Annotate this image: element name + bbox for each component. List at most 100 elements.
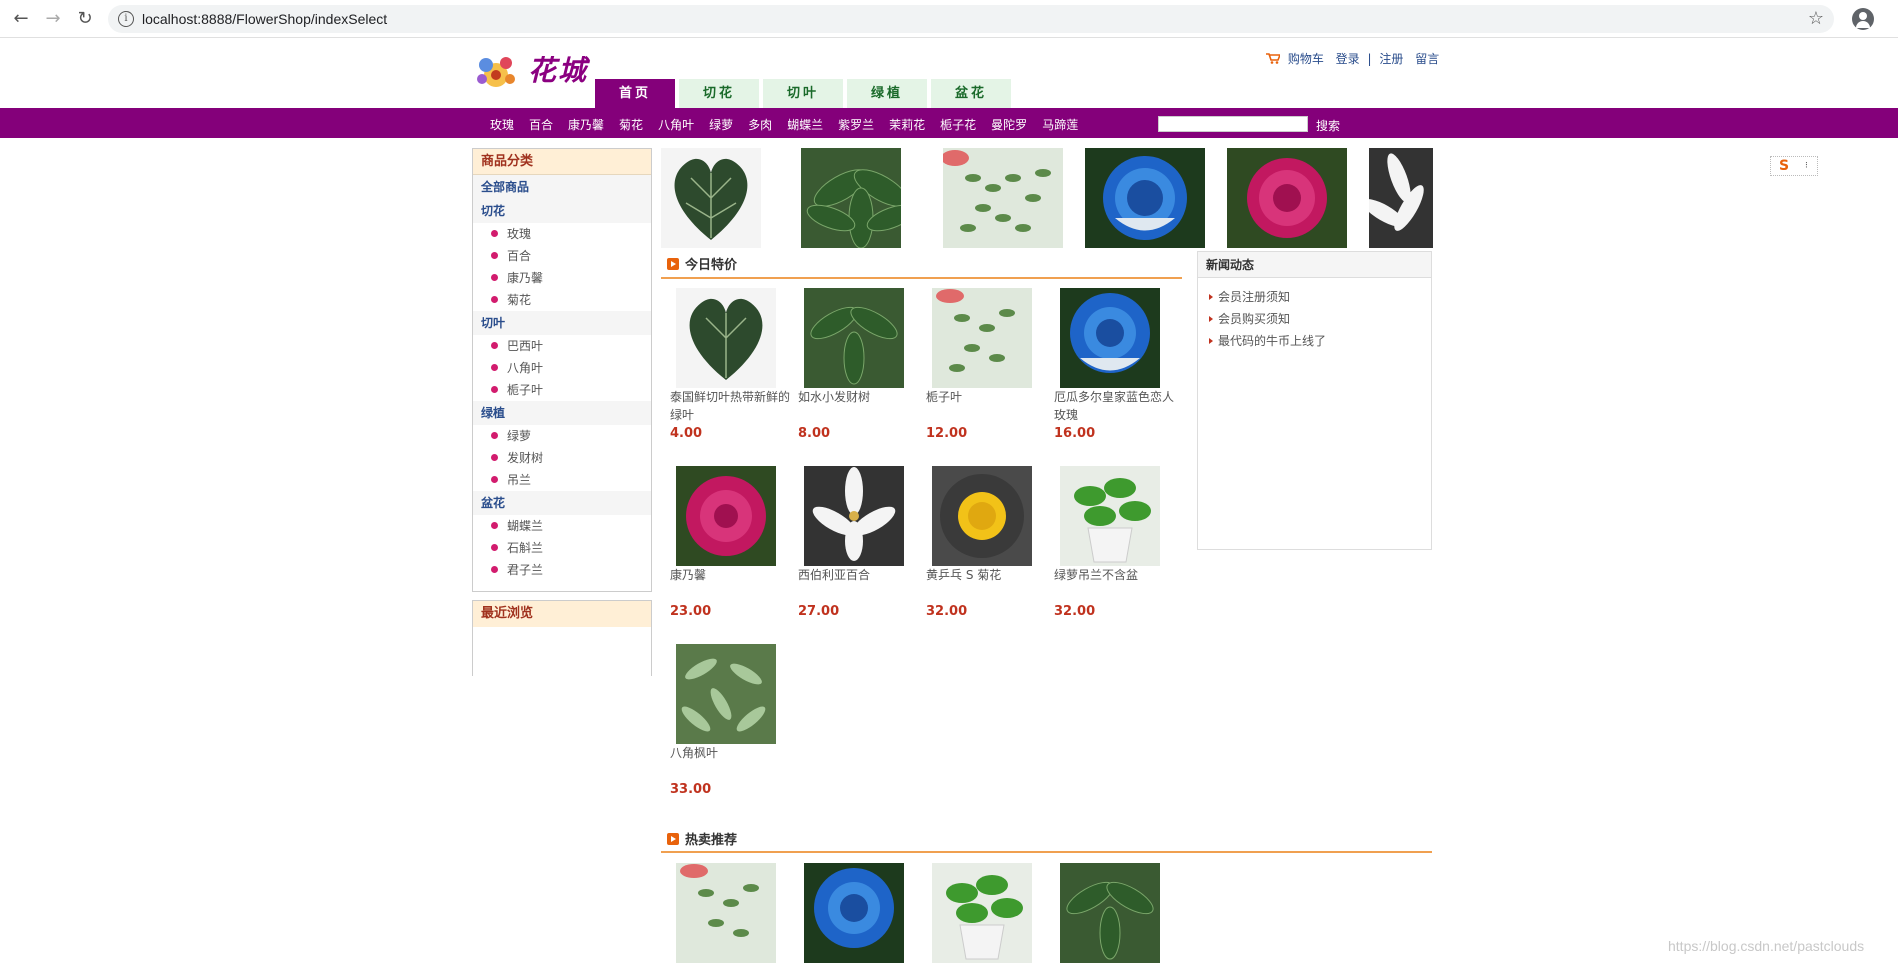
- product-image[interactable]: [804, 288, 904, 388]
- sidebar-item[interactable]: 蝴蝶兰: [473, 515, 651, 537]
- product-card[interactable]: 八角枫叶 33.00: [670, 644, 790, 797]
- product-card[interactable]: 绿萝吊兰不含盆 32.00: [1054, 466, 1174, 619]
- product-name[interactable]: 八角枫叶: [670, 744, 790, 780]
- catbar-link[interactable]: 玫瑰: [490, 116, 514, 133]
- sidebar-group[interactable]: 绿植: [473, 401, 651, 425]
- ime-menu-icon[interactable]: ⁝: [1805, 161, 1808, 171]
- news-title: 新闻动态: [1198, 252, 1431, 278]
- product-image[interactable]: [1060, 288, 1160, 388]
- site-logo[interactable]: 花城: [472, 47, 592, 91]
- product-image[interactable]: [932, 288, 1032, 388]
- catbar-link[interactable]: 栀子花: [940, 116, 976, 133]
- sidebar-all-products[interactable]: 全部商品: [473, 175, 651, 199]
- sidebar-item[interactable]: 玫瑰: [473, 223, 651, 245]
- forward-icon[interactable]: →: [43, 9, 63, 29]
- sidebar-item[interactable]: 菊花: [473, 289, 651, 311]
- site-info-icon[interactable]: i: [118, 11, 134, 27]
- reload-icon[interactable]: ↻: [75, 9, 95, 29]
- address-bar[interactable]: i localhost:8888/FlowerShop/indexSelect …: [108, 5, 1834, 33]
- catbar-link[interactable]: 百合: [529, 116, 553, 133]
- catbar-link[interactable]: 绿萝: [709, 116, 733, 133]
- product-image[interactable]: [1060, 466, 1160, 566]
- catbar-link[interactable]: 多肉: [748, 116, 772, 133]
- sidebar-item[interactable]: 发财树: [473, 447, 651, 469]
- message-link[interactable]: 留言: [1415, 52, 1439, 66]
- back-icon[interactable]: ←: [11, 9, 31, 29]
- product-card[interactable]: 康乃馨 23.00: [670, 466, 790, 619]
- search-input[interactable]: [1158, 116, 1308, 132]
- product-card[interactable]: 如水小发财树 8.00: [798, 288, 918, 441]
- tab-home[interactable]: 首页: [595, 79, 675, 108]
- sidebar-title: 商品分类: [473, 149, 651, 175]
- sidebar-item[interactable]: 绿萝: [473, 425, 651, 447]
- product-card[interactable]: 厄瓜多尔皇家蓝色恋人玫瑰 16.00: [1054, 288, 1174, 441]
- cart-link[interactable]: 购物车: [1288, 52, 1324, 66]
- tab-potted-flowers[interactable]: 盆花: [931, 79, 1011, 108]
- hot-product-image[interactable]: [804, 863, 904, 963]
- catbar-link[interactable]: 蝴蝶兰: [787, 116, 823, 133]
- news-item[interactable]: 会员购买须知: [1198, 308, 1431, 330]
- tab-cut-flowers[interactable]: 切花: [679, 79, 759, 108]
- product-image[interactable]: [932, 466, 1032, 566]
- tab-green-plants[interactable]: 绿植: [847, 79, 927, 108]
- catbar-link[interactable]: 曼陀罗: [991, 116, 1027, 133]
- sidebar-item[interactable]: 君子兰: [473, 559, 651, 581]
- sidebar-group[interactable]: 切叶: [473, 311, 651, 335]
- ime-toolbar[interactable]: S ⁝: [1770, 156, 1818, 176]
- hot-product-image[interactable]: [932, 863, 1032, 963]
- recent-views-panel: 最近浏览: [472, 600, 652, 676]
- profile-avatar-icon[interactable]: [1852, 8, 1874, 30]
- url-text[interactable]: localhost:8888/FlowerShop/indexSelect: [142, 11, 387, 27]
- search-button[interactable]: 搜索: [1316, 117, 1340, 134]
- login-link[interactable]: 登录: [1336, 52, 1360, 66]
- catbar-link[interactable]: 马蹄莲: [1042, 116, 1078, 133]
- tab-cut-leaves[interactable]: 切叶: [763, 79, 843, 108]
- product-image[interactable]: [804, 466, 904, 566]
- sidebar-item[interactable]: 石斛兰: [473, 537, 651, 559]
- product-name[interactable]: 黄乒乓 S 菊花: [926, 566, 1046, 602]
- product-name[interactable]: 栀子叶: [926, 388, 1046, 424]
- hot-product-image[interactable]: [1060, 863, 1160, 963]
- product-card[interactable]: 泰国鲜切叶热带新鲜的绿叶 4.00: [670, 288, 790, 441]
- catbar-link[interactable]: 菊花: [619, 116, 643, 133]
- product-name[interactable]: 康乃馨: [670, 566, 790, 602]
- product-name[interactable]: 厄瓜多尔皇家蓝色恋人玫瑰: [1054, 388, 1174, 424]
- product-name[interactable]: 西伯利亚百合: [798, 566, 918, 602]
- carousel-image[interactable]: [943, 148, 1063, 248]
- product-card[interactable]: 栀子叶 12.00: [926, 288, 1046, 441]
- sidebar-item[interactable]: 康乃馨: [473, 267, 651, 289]
- catbar-link[interactable]: 八角叶: [658, 116, 694, 133]
- sidebar-item[interactable]: 八角叶: [473, 357, 651, 379]
- product-card[interactable]: 西伯利亚百合 27.00: [798, 466, 918, 619]
- catbar-link[interactable]: 茉莉花: [889, 116, 925, 133]
- carousel-image[interactable]: [801, 148, 901, 248]
- carousel-image[interactable]: [1227, 148, 1347, 248]
- product-card[interactable]: 黄乒乓 S 菊花 32.00: [926, 466, 1046, 619]
- sidebar-item[interactable]: 吊兰: [473, 469, 651, 491]
- sidebar-item[interactable]: 栀子叶: [473, 379, 651, 401]
- catbar-link[interactable]: 紫罗兰: [838, 116, 874, 133]
- cart-icon[interactable]: [1266, 53, 1282, 64]
- product-image[interactable]: [676, 644, 776, 744]
- catbar-link[interactable]: 康乃馨: [568, 116, 604, 133]
- sogou-ime-icon[interactable]: S: [1779, 158, 1789, 174]
- product-price: 32.00: [926, 604, 968, 619]
- carousel-image[interactable]: [661, 148, 761, 248]
- sidebar-item[interactable]: 巴西叶: [473, 335, 651, 357]
- news-item[interactable]: 会员注册须知: [1198, 286, 1431, 308]
- product-image[interactable]: [676, 288, 776, 388]
- today-specials-title: 今日特价: [667, 254, 737, 273]
- bookmark-star-icon[interactable]: ☆: [1808, 8, 1824, 29]
- product-image[interactable]: [676, 466, 776, 566]
- sidebar-group[interactable]: 切花: [473, 199, 651, 223]
- carousel-image[interactable]: [1085, 148, 1205, 248]
- hot-product-image[interactable]: [676, 863, 776, 963]
- sidebar-item[interactable]: 百合: [473, 245, 651, 267]
- carousel-image[interactable]: [1369, 148, 1433, 248]
- product-name[interactable]: 绿萝吊兰不含盆: [1054, 566, 1174, 602]
- register-link[interactable]: 注册: [1379, 52, 1403, 66]
- product-name[interactable]: 泰国鲜切叶热带新鲜的绿叶: [670, 388, 790, 424]
- product-name[interactable]: 如水小发财树: [798, 388, 918, 424]
- sidebar-group[interactable]: 盆花: [473, 491, 651, 515]
- news-item[interactable]: 最代码的牛币上线了: [1198, 330, 1431, 352]
